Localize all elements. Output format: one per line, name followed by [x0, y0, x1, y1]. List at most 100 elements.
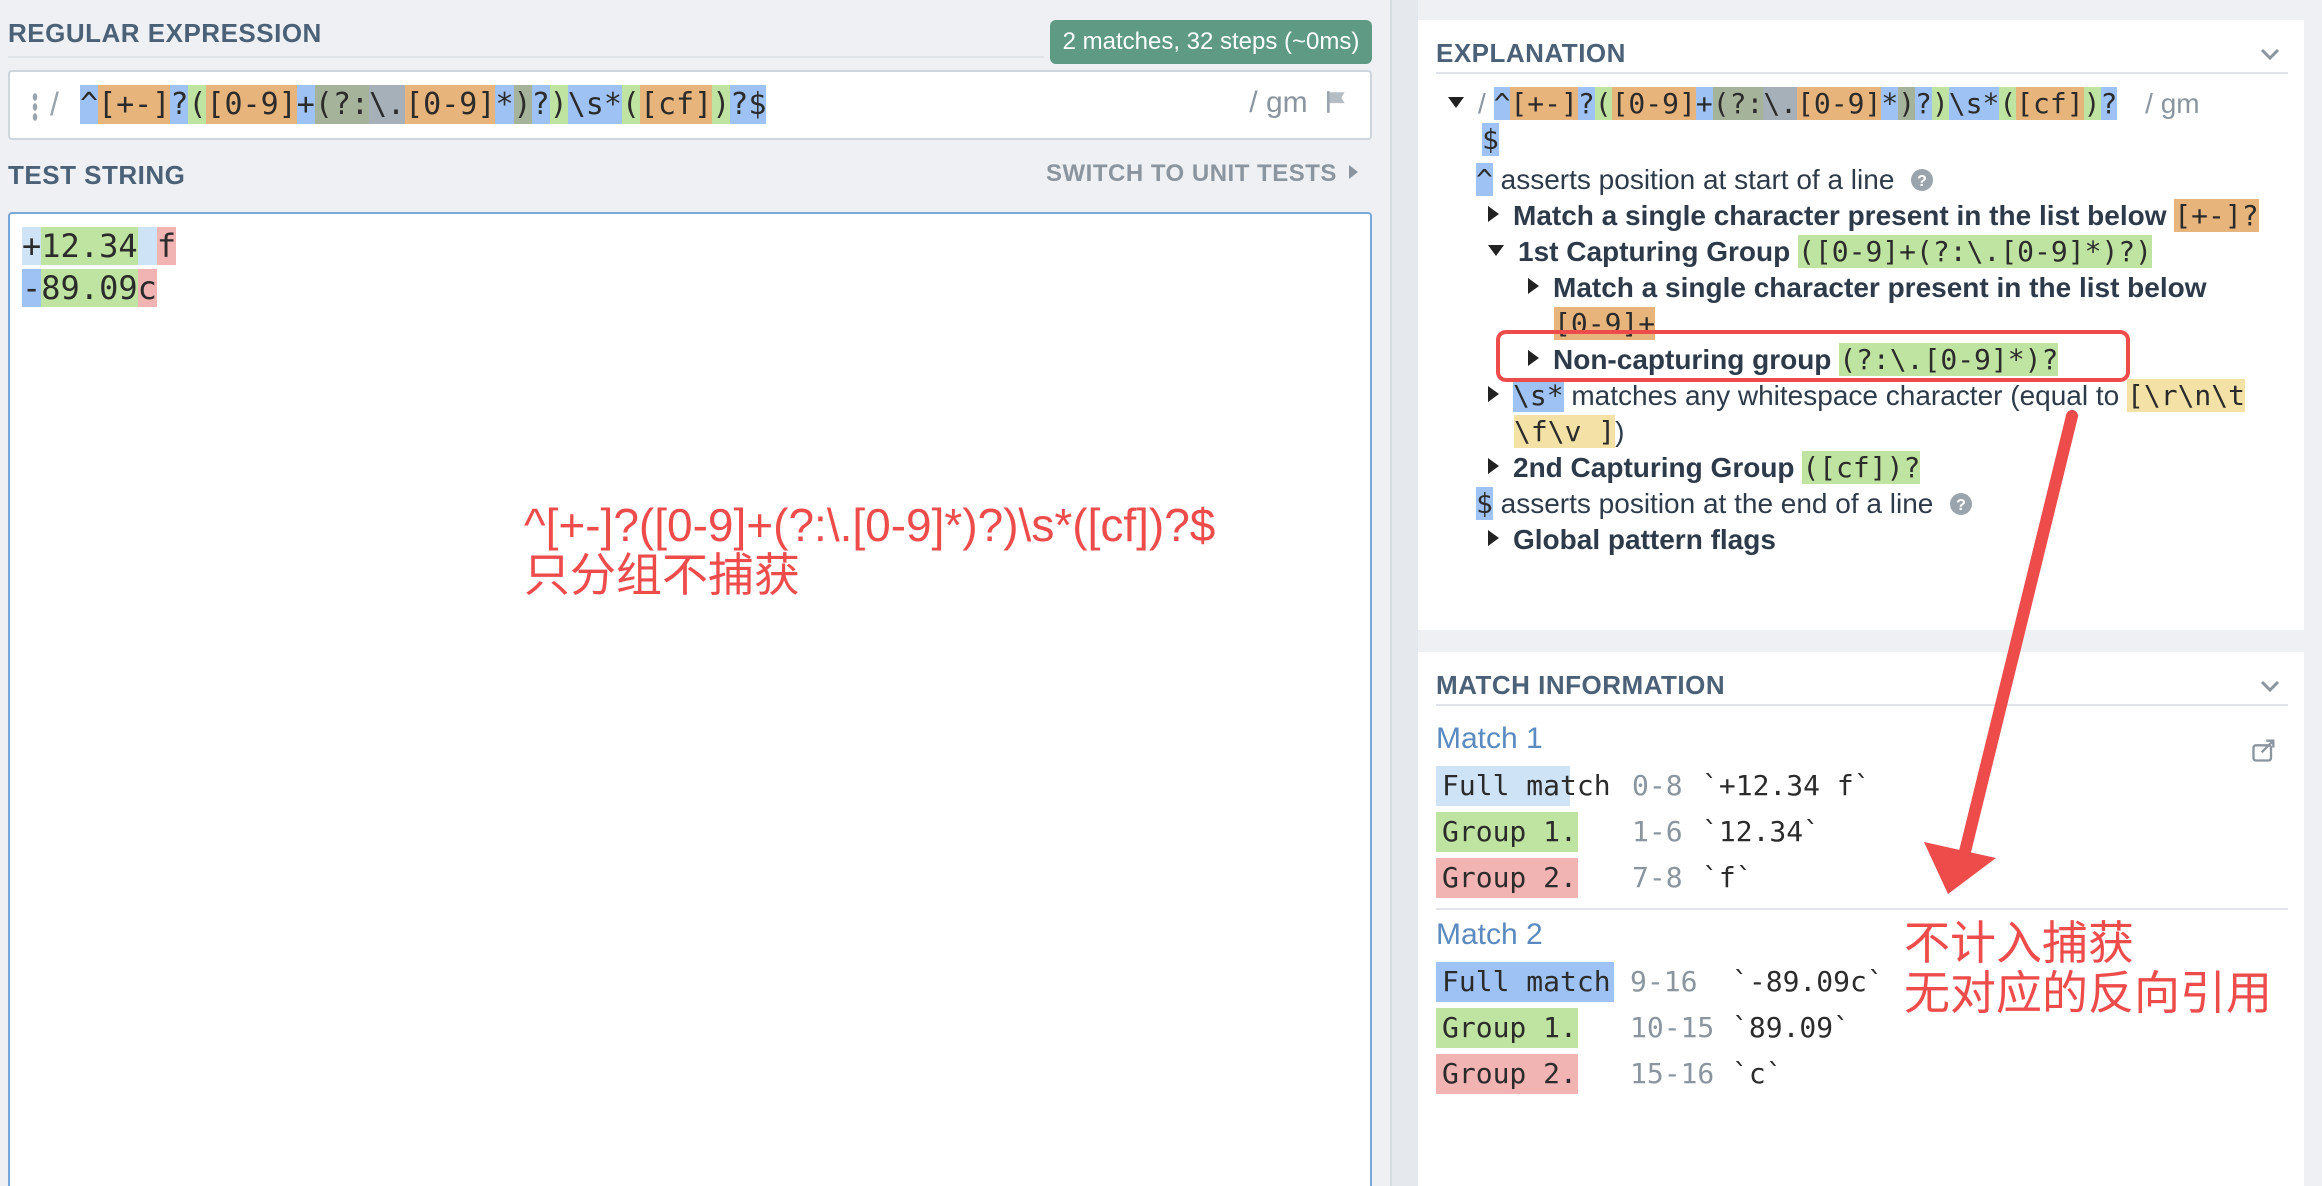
regex-token: )	[712, 85, 731, 124]
regex-flags[interactable]: / gm	[1249, 86, 1350, 120]
regex-section-label: REGULAR EXPRESSION	[8, 18, 322, 48]
regex-token: [+-]	[98, 85, 171, 124]
regex-token: )	[549, 85, 568, 124]
test-line[interactable]: +12.34 f	[22, 226, 177, 266]
item-token: ([cf])?	[1802, 451, 1921, 484]
match-range: 9-16	[1630, 965, 1698, 998]
test-match-segment: +	[22, 227, 42, 265]
explanation-pattern: ^[+-]?([0-9]+(?:\.[0-9]*)?)\s*([cf])?	[1493, 87, 2118, 120]
divider	[8, 56, 1044, 58]
dollar-token: $	[1482, 123, 1499, 156]
explanation-item-group1[interactable]: 1st Capturing Group ([0-9]+(?:\.[0-9]*)?…	[1488, 234, 2153, 270]
match-range: 15-16	[1630, 1057, 1715, 1090]
caret-right-icon[interactable]	[1528, 278, 1539, 294]
test-match-segment: 12.34	[41, 227, 138, 265]
regex-token: [0-9]	[206, 85, 297, 124]
divider	[1436, 72, 2288, 74]
explanation-token: ^	[1493, 87, 1511, 120]
regex-token: [0-9]	[405, 85, 496, 124]
explanation-item-single-char[interactable]: Match a single character present in the …	[1488, 198, 2259, 234]
explanation-token: \s	[1948, 87, 1983, 120]
flag-icon[interactable]	[1324, 89, 1350, 115]
regex-token: )	[513, 85, 532, 124]
help-icon[interactable]: ?	[1910, 168, 1934, 192]
match-value: `12.34`	[1702, 815, 1821, 848]
item-label: Match a single character present in the …	[1513, 200, 2167, 231]
caret-token: ^	[1476, 163, 1493, 196]
dollar-text: asserts position at the end of a line	[1500, 488, 1934, 519]
caret-right-icon[interactable]	[1488, 458, 1499, 474]
noncapture-highlight-box	[1496, 330, 2130, 382]
explanation-token: (	[1999, 87, 2017, 120]
caret-right-icon[interactable]	[1488, 206, 1499, 222]
svg-text:?: ?	[1917, 173, 1927, 190]
item-text: matches any whitespace character (equal …	[1571, 380, 2120, 411]
caret-down-icon[interactable]	[1488, 245, 1504, 256]
match-label: Group 2.	[1436, 1054, 1578, 1094]
test-match-segment: f	[156, 227, 177, 265]
annotation-right-line-2: 无对应的反向引用	[1904, 967, 2272, 1019]
dollar-token: $	[1476, 487, 1493, 520]
explanation-token: ?	[1577, 87, 1595, 120]
item-token: \s*	[1513, 379, 1564, 412]
caret-right-icon[interactable]	[1488, 530, 1499, 546]
test-match-segment: 89.09	[41, 269, 138, 307]
explanation-root[interactable]: / ^[+-]?([0-9]+(?:\.[0-9]*)?)\s*([cf])? …	[1448, 86, 2200, 122]
switch-label[interactable]: SWITCH TO UNIT TESTS	[1046, 160, 1337, 187]
explanation-slash: /	[1478, 88, 1486, 119]
explanation-item-group1-child[interactable]: Match a single character present in the …	[1528, 270, 2207, 306]
caret-down-icon[interactable]	[1448, 97, 1464, 108]
regex-token: ?	[170, 85, 189, 124]
regex-input[interactable]: / ^[+-]?([0-9]+(?:\.[0-9]*)?)\s*([cf])?$…	[8, 70, 1372, 140]
match-1-title: Match 1	[1436, 722, 1543, 755]
match-value: `+12.34 f`	[1702, 769, 1871, 802]
match-value: `f`	[1702, 861, 1753, 894]
explanation-token: [cf]	[2016, 87, 2084, 120]
test-match-segment	[137, 227, 157, 265]
regex-open-delimiter: /	[50, 86, 59, 122]
grip-icon[interactable]	[32, 92, 38, 122]
explanation-caret: ^ asserts position at start of a line ?	[1476, 162, 1934, 198]
chevron-down-icon[interactable]	[2258, 42, 2282, 66]
match-range: 7-8	[1632, 861, 1683, 894]
item-token: ([0-9]+(?:\.[0-9]*)?)	[1798, 235, 2153, 268]
annotation-left-line-1: ^[+-]?([0-9]+(?:\.[0-9]*)?)\s*([cf])?$	[524, 499, 1216, 551]
pane-resizer[interactable]	[1390, 0, 1418, 1186]
explanation-token: [0-9]	[1797, 87, 1882, 120]
item-class-token: \f\v ]	[1514, 415, 1616, 448]
regex-token: *	[603, 85, 622, 124]
regex-flags-text[interactable]: / gm	[1249, 86, 1307, 119]
svg-text:?: ?	[1956, 497, 1966, 514]
regex-token: ^	[80, 85, 99, 124]
test-line[interactable]: -89.09c	[22, 268, 157, 308]
regex-pattern[interactable]: ^[+-]?([0-9]+(?:\.[0-9]*)?)\s*([cf])?$	[80, 85, 767, 124]
explanation-token: *	[1881, 87, 1899, 120]
share-icon[interactable]	[2250, 736, 2278, 764]
regex-token: (	[188, 85, 207, 124]
test-string-editor[interactable]: +12.34 f -89.09c	[8, 212, 1372, 1186]
explanation-token: )	[1898, 87, 1916, 120]
regex-token: [cf]	[639, 85, 713, 124]
item-token: [+-]?	[2174, 199, 2259, 232]
chevron-down-icon[interactable]	[2258, 674, 2282, 698]
regex-token: +	[296, 85, 315, 124]
match-summary-badge: 2 matches, 32 steps (~0ms)	[1050, 20, 1372, 64]
divider	[1436, 704, 2288, 706]
explanation-token: ?	[1915, 87, 1932, 120]
help-icon[interactable]: ?	[1949, 492, 1973, 516]
caret-right-icon[interactable]	[1488, 386, 1499, 402]
explanation-item-flags[interactable]: Global pattern flags	[1488, 522, 1776, 558]
explanation-dollar: $ asserts position at the end of a line …	[1476, 486, 1973, 522]
explanation-token: )	[2083, 87, 2101, 120]
regex-token: *	[495, 85, 514, 124]
regex-token: (	[621, 85, 640, 124]
explanation-item-whitespace[interactable]: \s* matches any whitespace character (eq…	[1488, 378, 2246, 414]
explanation-item-group2[interactable]: 2nd Capturing Group ([cf])?	[1488, 450, 1921, 486]
explanation-token: \.	[1763, 87, 1798, 120]
match-range: 0-8	[1632, 769, 1683, 802]
match-info-title: MATCH INFORMATION	[1436, 670, 1726, 700]
switch-to-unit-tests-button[interactable]: SWITCH TO UNIT TESTS	[1046, 160, 1358, 188]
item-label: Match a single character present in the …	[1553, 272, 2207, 303]
regex-token: \s	[567, 85, 604, 124]
match-label: Full match	[1436, 962, 1614, 1002]
